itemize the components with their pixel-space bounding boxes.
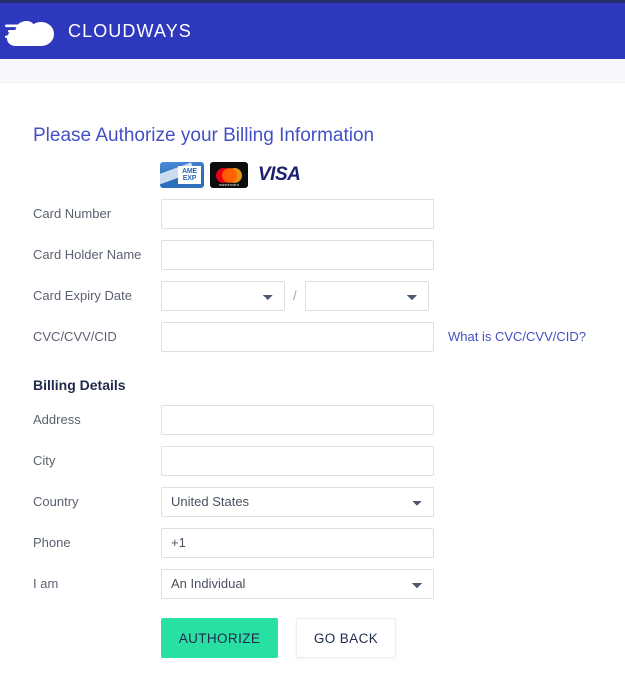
country-fieldzone: United States	[161, 486, 434, 517]
card-expiry-row: Card Expiry Date /	[0, 275, 625, 316]
cloudways-cloud-icon	[2, 9, 64, 53]
card-number-row: Card Number	[0, 193, 625, 234]
cvc-fieldzone: What is CVC/CVV/CID?	[161, 321, 586, 352]
mastercard-overlap-circle	[221, 167, 237, 183]
i-am-fieldzone: An Individual	[161, 568, 434, 599]
address-input[interactable]	[161, 404, 434, 435]
address-fieldzone	[161, 404, 434, 435]
main-content: Please Authorize your Billing Informatio…	[0, 83, 625, 658]
mastercard-wordmark: mastercard	[219, 183, 239, 187]
billing-details-heading: Billing Details	[33, 377, 126, 393]
address-row: Address	[0, 399, 625, 440]
country-select[interactable]: United States	[161, 486, 434, 517]
card-expiry-fieldzone: /	[161, 280, 429, 311]
amex-card-icon: AME EXP	[160, 162, 204, 188]
card-expiry-month-select[interactable]	[161, 280, 285, 311]
card-number-label: Card Number	[33, 206, 112, 221]
cvc-help-link[interactable]: What is CVC/CVV/CID?	[448, 329, 586, 344]
address-label: Address	[33, 412, 81, 427]
amex-label-bottom: EXP	[182, 175, 197, 182]
city-input[interactable]	[161, 445, 434, 476]
header-sub-band	[0, 59, 625, 83]
phone-fieldzone	[161, 527, 434, 558]
city-row: City	[0, 440, 625, 481]
card-expiry-year-select[interactable]	[304, 280, 429, 311]
cvc-row: CVC/CVV/CID What is CVC/CVV/CID?	[0, 316, 625, 357]
mastercard-circles	[216, 167, 242, 183]
authorize-button[interactable]: AUTHORIZE	[161, 618, 278, 658]
accepted-card-logos: AME EXP mastercard VISA	[0, 147, 625, 188]
billing-form: Card Number Card Holder Name Card Expiry…	[0, 175, 625, 658]
phone-input[interactable]	[161, 527, 434, 558]
go-back-button[interactable]: GO BACK	[296, 618, 396, 658]
card-number-input[interactable]	[161, 198, 434, 229]
mastercard-card-icon: mastercard	[210, 162, 248, 188]
i-am-label: I am	[33, 576, 59, 591]
card-holder-name-label: Card Holder Name	[33, 247, 142, 262]
billing-authorization-page: CLOUDWAYS Please Authorize your Billing …	[0, 0, 625, 700]
amex-label-top: AME	[182, 168, 197, 175]
card-holder-name-fieldzone	[161, 239, 434, 270]
expiry-separator: /	[293, 288, 297, 303]
country-label: Country	[33, 494, 79, 509]
phone-label: Phone	[33, 535, 71, 550]
visa-card-icon: VISA	[258, 164, 301, 185]
amex-badge: AME EXP	[178, 166, 201, 184]
cvc-label: CVC/CVV/CID	[33, 329, 117, 344]
cvc-input[interactable]	[161, 321, 434, 352]
i-am-select[interactable]: An Individual	[161, 568, 434, 599]
page-title: Please Authorize your Billing Informatio…	[33, 125, 375, 146]
city-label: City	[33, 453, 56, 468]
card-number-fieldzone	[161, 198, 434, 229]
card-holder-name-input[interactable]	[161, 239, 434, 270]
city-fieldzone	[161, 445, 434, 476]
card-expiry-label: Card Expiry Date	[33, 288, 132, 303]
country-row: Country United States	[0, 481, 625, 522]
site-header: CLOUDWAYS	[0, 3, 625, 59]
phone-row: Phone	[0, 522, 625, 563]
brand-name: CLOUDWAYS	[68, 20, 192, 41]
card-holder-name-row: Card Holder Name	[0, 234, 625, 275]
i-am-row: I am An Individual	[0, 563, 625, 604]
form-actions: AUTHORIZE GO BACK	[0, 604, 625, 658]
